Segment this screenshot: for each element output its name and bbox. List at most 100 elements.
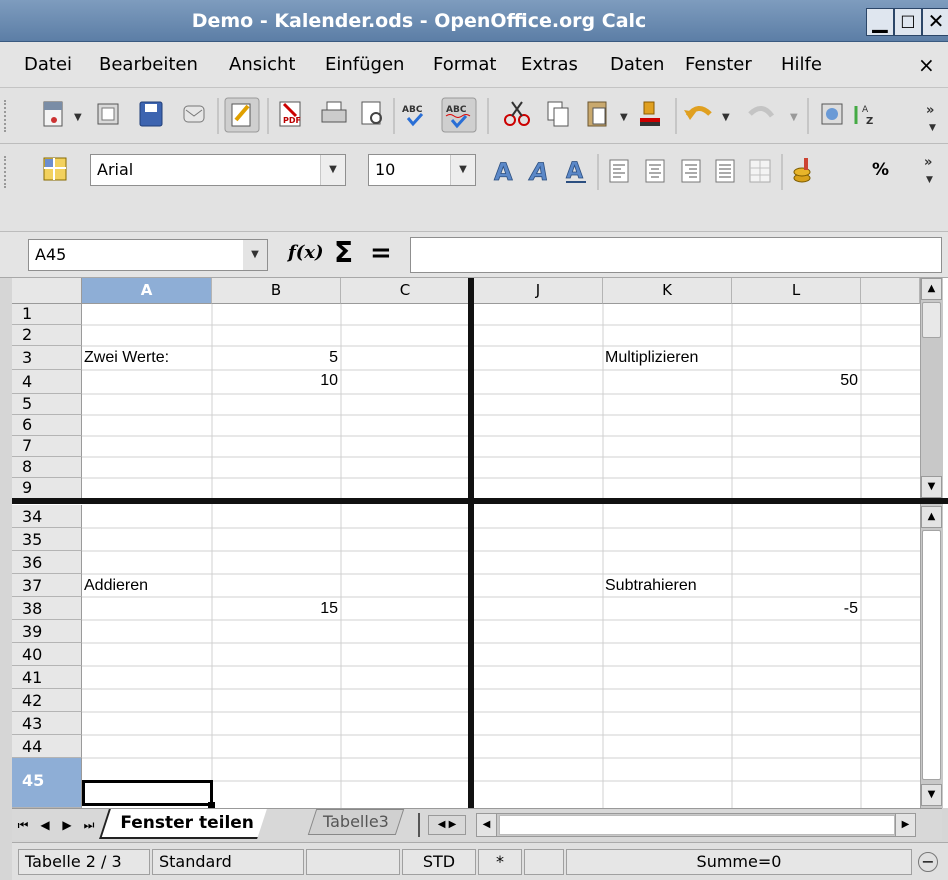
column-header-l[interactable]: L — [732, 278, 861, 304]
sheet-position[interactable]: Tabelle 2 / 3 — [18, 849, 150, 875]
cell-l38[interactable]: -5 — [732, 597, 858, 620]
chevron-down-icon[interactable]: ▼ — [320, 155, 345, 185]
font-name-combo[interactable]: Arial ▼ — [90, 154, 346, 186]
scrollbar-thumb[interactable] — [922, 530, 941, 780]
row-header-6[interactable]: 6 — [12, 415, 82, 436]
column-header-j[interactable]: J — [474, 278, 603, 304]
function-wizard-button[interactable]: f(x) — [288, 242, 324, 263]
cell-b3[interactable]: 5 — [212, 346, 338, 370]
tab-fenster-teilen[interactable]: Fenster teilen — [99, 809, 267, 839]
cell-l4[interactable]: 50 — [732, 370, 858, 394]
selection-mode[interactable]: STD — [402, 849, 476, 875]
formula-input[interactable] — [410, 237, 942, 273]
zoom-field[interactable] — [306, 849, 400, 875]
row-header-37[interactable]: 37 — [12, 574, 82, 597]
row-header-1[interactable]: 1 — [12, 304, 82, 325]
row-header-8[interactable]: 8 — [12, 457, 82, 478]
column-header-partial[interactable] — [861, 278, 920, 304]
vertical-split-divider[interactable] — [468, 278, 474, 840]
toolbar-grip[interactable] — [4, 156, 10, 188]
bottom-vertical-scrollbar[interactable]: ▲ ▼ — [920, 504, 943, 808]
maximize-button[interactable]: ☐ — [894, 8, 922, 36]
column-header-c[interactable]: C — [341, 278, 470, 304]
cell-reference: A45 — [35, 245, 67, 264]
scroll-down-button[interactable]: ▼ — [921, 476, 942, 498]
menu-einfuegen[interactable]: Einfügen — [325, 42, 404, 88]
formula-button[interactable]: = — [370, 238, 392, 268]
chevron-down-icon[interactable]: ▼ — [243, 240, 267, 270]
column-header-a[interactable]: A — [82, 278, 212, 304]
toolbar-overflow-icon[interactable]: »▼ — [920, 152, 940, 188]
scrollbar-thumb[interactable] — [922, 302, 941, 338]
menu-daten[interactable]: Daten — [610, 42, 664, 88]
row-header-35[interactable]: 35 — [12, 528, 82, 551]
last-sheet-button[interactable]: ⏭ — [80, 815, 98, 835]
cell-a3[interactable]: Zwei Werte: — [84, 346, 169, 370]
scroll-down-button[interactable]: ▼ — [921, 784, 942, 806]
menu-extras[interactable]: Extras — [521, 42, 578, 88]
minimize-button[interactable]: ▁ — [866, 8, 894, 36]
tab-tabelle3[interactable]: Tabelle3 — [307, 809, 405, 835]
row-header-39[interactable]: 39 — [12, 620, 82, 643]
scroll-up-button[interactable]: ▲ — [921, 506, 942, 528]
cell-b4[interactable]: 10 — [212, 370, 338, 394]
close-window-button[interactable]: ✕ — [922, 8, 948, 36]
first-sheet-button[interactable]: ⏮ — [14, 815, 32, 835]
horizontal-split-divider[interactable] — [12, 498, 948, 504]
row-header-3[interactable]: 3 — [12, 346, 82, 370]
styles-icon[interactable] — [42, 156, 70, 184]
percent-format-button[interactable]: % — [872, 160, 889, 180]
row-header-44[interactable]: 44 — [12, 735, 82, 758]
scroll-right-button[interactable]: ▶ — [895, 814, 915, 836]
page-style[interactable]: Standard — [152, 849, 304, 875]
tab-splitter[interactable] — [418, 813, 422, 837]
signature-field[interactable] — [524, 849, 564, 875]
tab-scroll-buttons[interactable]: ◀ ▶ — [428, 815, 466, 835]
menu-fenster[interactable]: Fenster — [685, 42, 752, 88]
row-header-40[interactable]: 40 — [12, 643, 82, 666]
cell-a37[interactable]: Addieren — [84, 574, 148, 597]
selected-cell-a45[interactable] — [82, 780, 213, 806]
menu-format[interactable]: Format — [433, 42, 496, 88]
column-header-k[interactable]: K — [603, 278, 732, 304]
menu-ansicht[interactable]: Ansicht — [229, 42, 295, 88]
sum-button[interactable]: Σ — [334, 236, 353, 269]
svg-text:A: A — [566, 159, 583, 184]
menu-hilfe[interactable]: Hilfe — [781, 42, 822, 88]
next-sheet-button[interactable]: ▶ — [58, 815, 76, 835]
row-header-5[interactable]: 5 — [12, 394, 82, 415]
menu-datei[interactable]: Datei — [24, 42, 72, 88]
chevron-down-icon[interactable]: ▼ — [450, 155, 475, 185]
row-header-41[interactable]: 41 — [12, 666, 82, 689]
prev-sheet-button[interactable]: ◀ — [36, 815, 54, 835]
column-header-b[interactable]: B — [212, 278, 341, 304]
scrollbar-thumb[interactable] — [499, 815, 895, 835]
close-document-button[interactable]: × — [918, 42, 935, 88]
row-header-43[interactable]: 43 — [12, 712, 82, 735]
cell-k37[interactable]: Subtrahieren — [605, 574, 697, 597]
row-header-9[interactable]: 9 — [12, 478, 82, 499]
row-header-45[interactable]: 45 — [12, 758, 82, 808]
row-header-7[interactable]: 7 — [12, 436, 82, 457]
sheet-tab-bar: ⏮ ◀ ▶ ⏭ Fenster teilen Tabelle3 ◀ ▶ ◀ ▶ — [12, 808, 942, 840]
row-header-34[interactable]: 34 — [12, 505, 82, 528]
top-vertical-scrollbar[interactable]: ▲ ▼ — [920, 278, 943, 498]
function-icon: f(x) — [288, 242, 324, 263]
row-header-36[interactable]: 36 — [12, 551, 82, 574]
sum-icon: Σ — [334, 236, 354, 269]
cell-b38[interactable]: 15 — [212, 597, 338, 620]
cell-k3[interactable]: Multiplizieren — [605, 346, 698, 370]
zoom-out-icon[interactable]: − — [918, 852, 938, 872]
scroll-left-button[interactable]: ◀ — [477, 814, 497, 836]
row-header-38[interactable]: 38 — [12, 597, 82, 620]
row-header-2[interactable]: 2 — [12, 325, 82, 346]
row-header-4[interactable]: 4 — [12, 370, 82, 394]
sum-display[interactable]: Summe=0 — [566, 849, 912, 875]
menu-bearbeiten[interactable]: Bearbeiten — [99, 42, 198, 88]
horizontal-scrollbar[interactable]: ◀ ▶ — [476, 813, 916, 837]
scroll-up-button[interactable]: ▲ — [921, 278, 942, 300]
row-header-42[interactable]: 42 — [12, 689, 82, 712]
select-all-corner[interactable] — [12, 278, 82, 304]
font-size-combo[interactable]: 10 ▼ — [368, 154, 476, 186]
name-box[interactable]: A45 ▼ — [28, 239, 268, 271]
